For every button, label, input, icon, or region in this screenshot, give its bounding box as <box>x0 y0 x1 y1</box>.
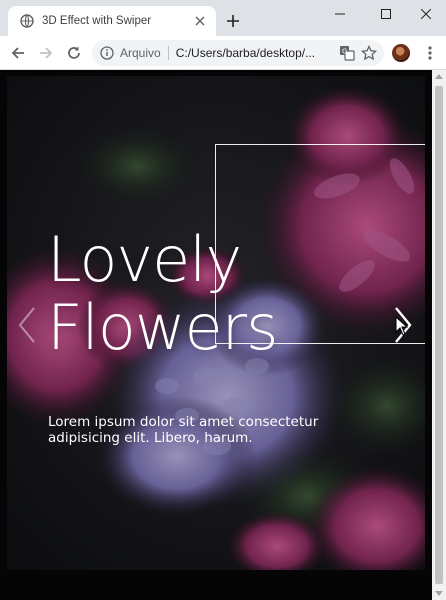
translate-icon[interactable]: G <box>338 44 356 62</box>
info-icon[interactable] <box>100 46 114 60</box>
reload-icon[interactable] <box>62 41 86 65</box>
window-close-button[interactable] <box>404 0 446 28</box>
url-text[interactable]: C:/Users/barba/desktop/... <box>176 46 334 60</box>
plus-icon[interactable] <box>222 10 244 32</box>
globe-icon <box>20 14 34 28</box>
kebab-menu-icon[interactable] <box>420 42 440 64</box>
tab-title: 3D Effect with Swiper <box>42 15 152 27</box>
title-bar: 3D Effect with Swiper <box>0 0 446 36</box>
url-scheme: Arquivo <box>120 46 161 60</box>
maximize-button[interactable] <box>364 0 408 28</box>
swiper-slide[interactable]: Lovely Flowers Lorem ipsum dolor sit ame… <box>7 76 425 570</box>
star-icon[interactable] <box>360 44 378 62</box>
scroll-up-icon[interactable] <box>435 74 443 79</box>
address-bar[interactable]: Arquivo C:/Users/barba/desktop/... G <box>92 40 384 66</box>
close-icon[interactable] <box>192 13 208 29</box>
svg-text:G: G <box>342 48 347 56</box>
browser-toolbar: Arquivo C:/Users/barba/desktop/... G <box>0 36 446 70</box>
slide-description: Lorem ipsum dolor sit amet consectetur a… <box>48 414 319 446</box>
chevron-left-icon[interactable] <box>15 305 39 345</box>
mouse-cursor-icon <box>395 316 409 336</box>
slide-headline: Lovely Flowers <box>47 223 278 364</box>
arrow-right-icon[interactable] <box>34 41 58 65</box>
arrow-left-icon[interactable] <box>6 41 30 65</box>
browser-tab[interactable]: 3D Effect with Swiper <box>8 6 216 36</box>
omnibox-divider <box>167 46 169 60</box>
page-viewport: Lovely Flowers Lorem ipsum dolor sit ame… <box>0 70 446 600</box>
headline-line-1: Lovely <box>47 223 242 296</box>
minimize-button[interactable] <box>318 0 362 28</box>
vertical-scrollbar[interactable] <box>432 70 446 600</box>
headline-line-2: Flowers <box>47 291 278 364</box>
scroll-down-icon[interactable] <box>435 591 443 596</box>
scrollbar-thumb[interactable] <box>435 86 443 584</box>
profile-avatar[interactable] <box>392 44 410 62</box>
